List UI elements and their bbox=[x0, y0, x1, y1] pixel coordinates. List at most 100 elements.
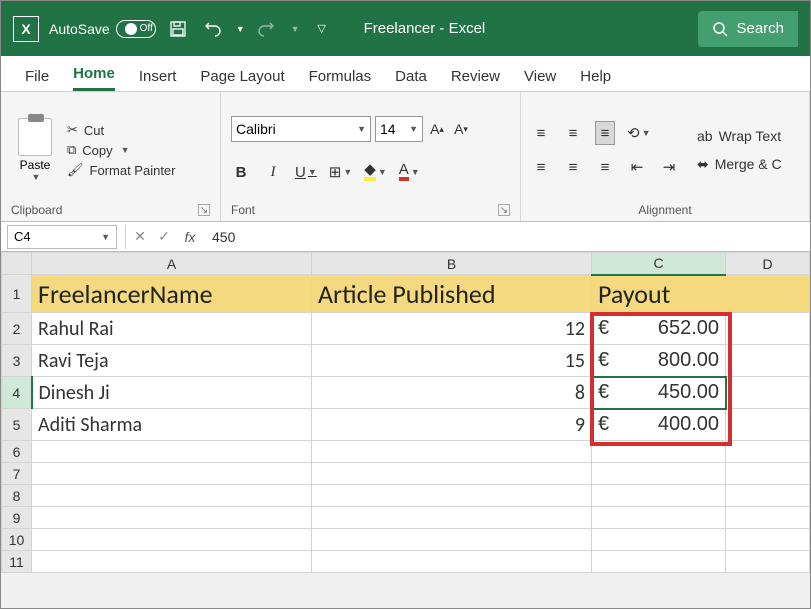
underline-button[interactable]: U▼ bbox=[295, 160, 317, 184]
cell-C4[interactable]: €450.00 bbox=[592, 377, 726, 409]
font-size-select[interactable]: 14▼ bbox=[375, 116, 423, 142]
cell-C1[interactable]: Payout bbox=[592, 275, 726, 313]
bold-button[interactable]: B bbox=[231, 160, 251, 184]
cell-B9[interactable] bbox=[312, 507, 592, 529]
cell-B6[interactable] bbox=[312, 441, 592, 463]
row-header-2[interactable]: 2 bbox=[2, 313, 32, 345]
cell-D11[interactable] bbox=[726, 551, 810, 573]
autosave-toggle[interactable]: AutoSave Off bbox=[49, 20, 156, 38]
cell-B7[interactable] bbox=[312, 463, 592, 485]
cell-B2[interactable]: 12 bbox=[312, 313, 592, 345]
merge-center-button[interactable]: ⬌ Merge & C bbox=[697, 156, 782, 173]
fx-icon[interactable]: fx bbox=[176, 229, 204, 245]
cell-A7[interactable] bbox=[32, 463, 312, 485]
cell-C7[interactable] bbox=[592, 463, 726, 485]
cell-C8[interactable] bbox=[592, 485, 726, 507]
align-middle-icon[interactable]: ≡ bbox=[563, 121, 583, 145]
cell-A11[interactable] bbox=[32, 551, 312, 573]
tab-formulas[interactable]: Formulas bbox=[309, 68, 372, 91]
col-header-D[interactable]: D bbox=[726, 253, 810, 275]
cell-A8[interactable] bbox=[32, 485, 312, 507]
align-left-icon[interactable]: ≡ bbox=[531, 155, 551, 179]
cell-A9[interactable] bbox=[32, 507, 312, 529]
tab-review[interactable]: Review bbox=[451, 68, 500, 91]
enter-icon[interactable]: ✓ bbox=[152, 228, 176, 245]
save-icon[interactable] bbox=[166, 17, 190, 41]
tab-insert[interactable]: Insert bbox=[139, 68, 177, 91]
cell-B1[interactable]: Article Published bbox=[312, 275, 592, 313]
col-header-B[interactable]: B bbox=[312, 253, 592, 275]
cell-B8[interactable] bbox=[312, 485, 592, 507]
row-header-6[interactable]: 6 bbox=[2, 441, 32, 463]
select-all-corner[interactable] bbox=[2, 253, 32, 275]
align-bottom-icon[interactable]: ≡ bbox=[595, 121, 615, 145]
row-header-11[interactable]: 11 bbox=[2, 551, 32, 573]
tab-view[interactable]: View bbox=[524, 68, 556, 91]
row-header-9[interactable]: 9 bbox=[2, 507, 32, 529]
tab-home[interactable]: Home bbox=[73, 65, 115, 91]
cell-C11[interactable] bbox=[592, 551, 726, 573]
name-box[interactable]: C4 ▼ bbox=[7, 225, 117, 249]
row-header-3[interactable]: 3 bbox=[2, 345, 32, 377]
cell-A10[interactable] bbox=[32, 529, 312, 551]
cell-D2[interactable] bbox=[726, 313, 810, 345]
font-name-select[interactable]: Calibri▼ bbox=[231, 116, 371, 142]
redo-icon[interactable] bbox=[255, 17, 279, 41]
cell-A6[interactable] bbox=[32, 441, 312, 463]
tab-data[interactable]: Data bbox=[395, 68, 427, 91]
cell-C5[interactable]: €400.00 bbox=[592, 409, 726, 441]
wrap-text-button[interactable]: ab Wrap Text bbox=[697, 128, 782, 144]
cell-B10[interactable] bbox=[312, 529, 592, 551]
cell-D6[interactable] bbox=[726, 441, 810, 463]
cell-B3[interactable]: 15 bbox=[312, 345, 592, 377]
cells-grid[interactable]: A B C D 1 FreelancerName Article Publish… bbox=[1, 252, 810, 573]
cell-A3[interactable]: Ravi Teja bbox=[32, 345, 312, 377]
italic-button[interactable]: I bbox=[263, 160, 283, 184]
cell-C9[interactable] bbox=[592, 507, 726, 529]
font-launcher-icon[interactable]: ↘ bbox=[498, 204, 510, 216]
col-header-C[interactable]: C bbox=[592, 253, 726, 275]
orientation-icon[interactable]: ⟲▼ bbox=[627, 121, 651, 145]
search-box[interactable]: Search bbox=[698, 11, 798, 47]
copy-button[interactable]: ⧉ Copy ▼ bbox=[67, 142, 176, 158]
border-button[interactable]: ⊞▼ bbox=[329, 160, 353, 184]
row-header-8[interactable]: 8 bbox=[2, 485, 32, 507]
tab-page-layout[interactable]: Page Layout bbox=[200, 68, 284, 91]
cell-C3[interactable]: €800.00 bbox=[592, 345, 726, 377]
cell-D9[interactable] bbox=[726, 507, 810, 529]
increase-font-icon[interactable]: A▴ bbox=[427, 117, 447, 141]
cell-D8[interactable] bbox=[726, 485, 810, 507]
cell-A5[interactable]: Aditi Sharma bbox=[32, 409, 312, 441]
cell-B4[interactable]: 8 bbox=[312, 377, 592, 409]
row-header-5[interactable]: 5 bbox=[2, 409, 32, 441]
row-header-1[interactable]: 1 bbox=[2, 275, 32, 313]
cell-D1[interactable] bbox=[726, 275, 810, 313]
row-header-4[interactable]: 4 bbox=[2, 377, 32, 409]
cell-A1[interactable]: FreelancerName bbox=[32, 275, 312, 313]
row-header-10[interactable]: 10 bbox=[2, 529, 32, 551]
format-painter-button[interactable]: 🖌 Format Painter bbox=[67, 162, 176, 178]
cell-D7[interactable] bbox=[726, 463, 810, 485]
cancel-icon[interactable]: ✕ bbox=[128, 228, 152, 245]
cell-A2[interactable]: Rahul Rai bbox=[32, 313, 312, 345]
decrease-indent-icon[interactable]: ⇤ bbox=[627, 155, 647, 179]
cell-B5[interactable]: 9 bbox=[312, 409, 592, 441]
font-color-button[interactable]: A▼ bbox=[399, 160, 420, 184]
clipboard-launcher-icon[interactable]: ↘ bbox=[198, 204, 210, 216]
decrease-font-icon[interactable]: A▾ bbox=[451, 117, 471, 141]
col-header-A[interactable]: A bbox=[32, 253, 312, 275]
align-top-icon[interactable]: ≡ bbox=[531, 121, 551, 145]
cell-D3[interactable] bbox=[726, 345, 810, 377]
align-right-icon[interactable]: ≡ bbox=[595, 155, 615, 179]
cell-D4[interactable] bbox=[726, 377, 810, 409]
cell-C6[interactable] bbox=[592, 441, 726, 463]
tab-file[interactable]: File bbox=[25, 68, 49, 91]
cell-D5[interactable] bbox=[726, 409, 810, 441]
undo-icon[interactable] bbox=[200, 17, 224, 41]
cell-B11[interactable] bbox=[312, 551, 592, 573]
tab-help[interactable]: Help bbox=[580, 68, 611, 91]
cell-C2[interactable]: €652.00 bbox=[592, 313, 726, 345]
row-header-7[interactable]: 7 bbox=[2, 463, 32, 485]
cell-C10[interactable] bbox=[592, 529, 726, 551]
cell-A4[interactable]: Dinesh Ji bbox=[32, 377, 312, 409]
